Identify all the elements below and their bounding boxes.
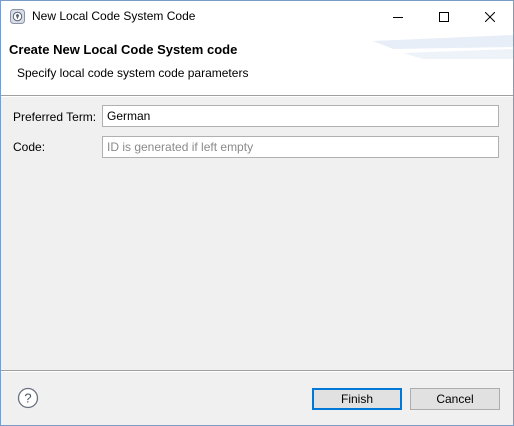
maximize-icon xyxy=(439,12,449,22)
minimize-icon xyxy=(393,17,403,18)
cancel-button[interactable]: Cancel xyxy=(410,388,500,410)
dialog-window: New Local Code System Code Create New Lo… xyxy=(0,0,514,426)
wizard-title: Create New Local Code System code xyxy=(9,42,238,57)
footer-separator-highlight xyxy=(1,371,513,372)
preferred-term-input[interactable] xyxy=(102,105,499,127)
code-label: Code: xyxy=(13,140,46,154)
banner-separator-highlight xyxy=(1,96,513,97)
maximize-button[interactable] xyxy=(421,1,467,33)
help-icon[interactable]: ? xyxy=(17,387,39,409)
finish-button[interactable]: Finish xyxy=(312,388,402,410)
preferred-term-label: Preferred Term: xyxy=(13,110,97,124)
svg-text:?: ? xyxy=(24,391,31,406)
wizard-banner: Create New Local Code System code Specif… xyxy=(1,33,513,95)
title-bar[interactable]: New Local Code System Code xyxy=(1,1,513,33)
wizard-description: Specify local code system code parameter… xyxy=(17,66,249,80)
close-button[interactable] xyxy=(467,1,513,33)
window-title: New Local Code System Code xyxy=(32,9,196,23)
close-icon xyxy=(485,12,495,22)
code-input[interactable] xyxy=(102,136,499,158)
banner-decoration xyxy=(373,35,513,59)
minimize-button[interactable] xyxy=(375,1,421,33)
app-icon xyxy=(10,9,25,24)
